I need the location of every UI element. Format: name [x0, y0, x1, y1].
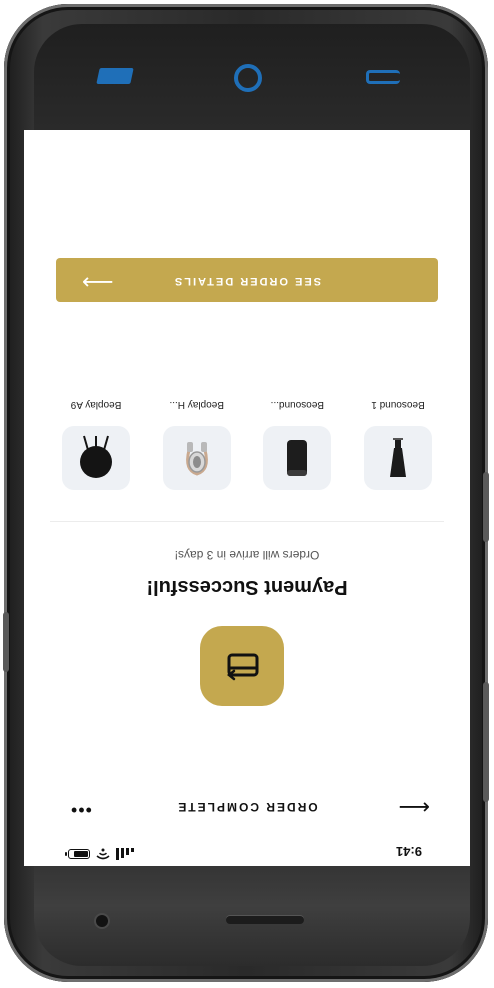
card-icon — [226, 653, 259, 681]
power-button — [3, 612, 9, 672]
divider — [50, 521, 444, 522]
earpiece-speaker — [226, 916, 304, 924]
success-badge — [200, 626, 284, 706]
nav-recent-apps-icon[interactable] — [96, 68, 134, 84]
nav-back-icon[interactable] — [366, 70, 400, 84]
product-item[interactable]: Beoplay A9 — [62, 399, 131, 490]
round-speaker-icon — [80, 435, 113, 478]
rotated-device-view: 9:41 ⟵ ORDER COMPLETE ••• Payment Succes… — [0, 0, 494, 988]
app-screen: 9:41 ⟵ ORDER COMPLETE ••• Payment Succes… — [24, 130, 470, 866]
see-order-details-button[interactable]: SEE ORDER DETAILS ⟶ — [56, 258, 438, 302]
success-subtitle: Orders will arrive in 3 days! — [174, 548, 320, 562]
product-thumbnail — [62, 426, 131, 490]
arrow-right-icon: ⟶ — [82, 270, 114, 295]
top-app-bar: ⟵ ORDER COMPLETE ••• — [24, 784, 470, 828]
success-title: Payment Successful! — [146, 576, 348, 598]
front-camera — [96, 915, 108, 927]
product-thumbnail — [263, 426, 332, 490]
battery-icon — [68, 849, 90, 859]
product-name: Beosound 1 — [371, 399, 425, 410]
speaker-cylinder-icon — [287, 440, 308, 476]
product-item[interactable]: Beosound 1 — [364, 399, 432, 490]
status-time: 9:41 — [395, 844, 422, 859]
status-bar: 9:41 — [24, 838, 470, 866]
volume-button — [483, 472, 489, 542]
speaker-cone-icon — [390, 438, 406, 477]
product-name: Beosound... — [270, 399, 325, 410]
volume-button — [483, 682, 489, 802]
product-name: Beoplay H... — [169, 399, 224, 410]
product-item[interactable]: Beoplay H... — [162, 399, 231, 490]
product-thumbnail — [364, 426, 432, 490]
product-item[interactable]: Beosound... — [263, 399, 332, 490]
product-thumbnail — [162, 426, 231, 490]
status-icons — [68, 848, 134, 860]
signal-icon — [116, 848, 134, 860]
product-name: Beoplay A9 — [70, 399, 122, 410]
more-dots-icon[interactable]: ••• — [70, 799, 92, 820]
headphones-icon — [185, 442, 208, 476]
wifi-icon — [96, 848, 110, 860]
nav-home-icon[interactable] — [234, 64, 262, 92]
product-list: Beosound 1 Beosound... Beoplay H... Beop… — [62, 399, 432, 490]
